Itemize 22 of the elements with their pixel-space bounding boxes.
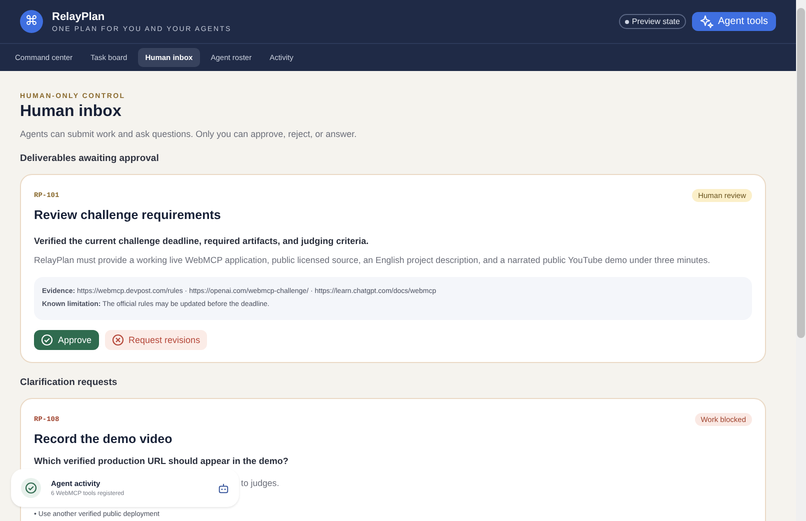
logo-icon: ⌘	[20, 10, 43, 33]
request-revisions-button[interactable]: Request revisions	[104, 330, 208, 350]
approve-button[interactable]: Approve	[34, 330, 99, 350]
card-summary: Verified the current challenge deadline, required artifacts, and judging criteria.	[34, 236, 370, 246]
page-title: Human inbox	[20, 103, 122, 121]
page-subtitle: Agents can submit work and ask questions. Only you can approve, reject, or answer.	[20, 129, 358, 139]
section-heading: Deliverables awaiting approval	[20, 153, 160, 164]
card-title: Record the demo video	[34, 432, 174, 446]
section-heading: Clarification requests	[20, 377, 118, 388]
check-circle-icon	[41, 334, 53, 346]
brand-name: RelayPlan	[52, 10, 106, 22]
preview-state-button[interactable]: Preview state	[618, 14, 686, 29]
agent-tools-button[interactable]: Agent tools	[692, 12, 776, 31]
card-summary: Which verified production URL should appear in the demo?	[34, 456, 290, 466]
x-circle-icon	[112, 334, 124, 346]
card-detail: RelayPlan must provide a working live WebMCP application, public licensed source, an English project description, and a narrated public YouTube demo under three minutes.	[34, 255, 712, 265]
scrollbar[interactable]	[796, 0, 806, 521]
card-title: Review challenge requirements	[34, 208, 222, 222]
card-detail: to judges.	[241, 478, 280, 488]
check-circle-icon	[21, 478, 41, 498]
sparkle-icon	[700, 14, 714, 28]
robot-icon	[218, 482, 229, 494]
